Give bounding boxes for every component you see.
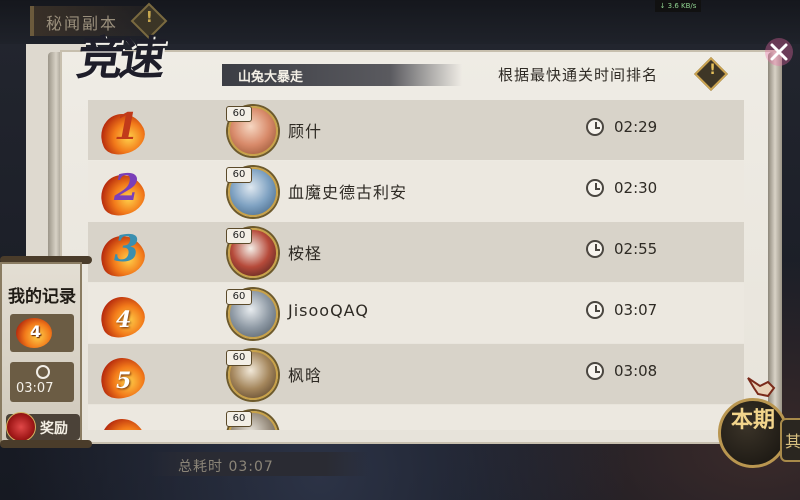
clock-icon <box>36 365 50 379</box>
my-rank: 4 <box>30 322 42 341</box>
next-period-tab[interactable]: 其 <box>780 418 800 462</box>
period-label: 本期 <box>731 407 776 433</box>
rank-number: 1 <box>114 106 140 148</box>
leaderboard-row[interactable]: 3 60 桉柽 02:55 <box>88 222 744 284</box>
my-time-box: 03:07 <box>10 362 74 402</box>
player-name: 枫晗 <box>288 366 323 385</box>
player-name: 血魔史德古利安 <box>288 183 408 202</box>
close-icon[interactable] <box>762 35 796 69</box>
leaderboard-list[interactable]: 1 60 顾什 02:29 2 60 血魔史德古利安 02:30 3 60 桉柽… <box>88 100 744 430</box>
my-record-title: 我的记录 <box>8 287 76 307</box>
clear-time: 02:55 <box>614 240 658 258</box>
player-name: 桉柽 <box>288 244 323 263</box>
level-badge: 60 <box>226 350 252 366</box>
player-name: 顾什 <box>288 122 323 141</box>
clear-time: 02:30 <box>614 179 658 197</box>
rank-badge: 2 <box>93 167 151 223</box>
player-name: JisooQAQ <box>288 301 369 320</box>
rank-badge: 1 <box>93 106 151 162</box>
rank-number: 5 <box>116 368 132 394</box>
clear-time: 03:08 <box>614 362 658 380</box>
clock-icon <box>586 362 604 380</box>
stage-name-tab: 山兔大暴走 <box>222 64 462 86</box>
rank-badge <box>93 411 151 430</box>
leaderboard-row[interactable]: 4 60 JisooQAQ 03:07 <box>88 283 744 345</box>
my-rank-box: 4 <box>10 314 74 352</box>
reward-button[interactable]: 奖励 <box>6 412 80 442</box>
flame-icon <box>93 411 151 430</box>
total-time: 总耗时 03:07 <box>178 459 274 475</box>
rank-number: 2 <box>114 167 140 209</box>
my-time: 03:07 <box>16 381 54 396</box>
rank-hint: 根据最快通关时间排名 <box>498 66 659 84</box>
clear-time: 02:29 <box>614 118 658 136</box>
reward-label: 奖励 <box>40 421 68 437</box>
rank-number: 4 <box>116 307 132 333</box>
current-period-button[interactable]: 本期 <box>718 398 788 468</box>
network-speed: ↓ 3.6 KB/s <box>655 0 701 12</box>
level-badge: 60 <box>226 167 252 183</box>
pointer-hand-icon <box>747 377 776 398</box>
brand-title: 竞速 <box>73 31 166 85</box>
stage-name: 山兔大暴走 <box>238 70 304 85</box>
clock-icon <box>586 179 604 197</box>
clock-icon <box>586 240 604 258</box>
rank-badge: 5 <box>93 350 151 406</box>
gift-icon <box>6 412 36 442</box>
clear-time: 03:07 <box>614 301 658 319</box>
level-badge: 60 <box>226 411 252 427</box>
rank-badge: 4 <box>93 289 151 345</box>
rank-number: 3 <box>114 228 140 270</box>
leaderboard-row[interactable]: 60 <box>88 405 744 430</box>
rank-badge: 3 <box>93 228 151 284</box>
period-label-2: 其 <box>785 432 800 451</box>
clock-icon <box>586 301 604 319</box>
my-record-panel: 我的记录 4 03:07 奖励 <box>0 262 82 444</box>
leaderboard-row[interactable]: 5 60 枫晗 03:08 <box>88 344 744 406</box>
leaderboard-row[interactable]: 1 60 顾什 02:29 <box>88 100 744 162</box>
total-time-bar: 总耗时 03:07 <box>150 452 370 476</box>
level-badge: 60 <box>226 106 252 122</box>
level-badge: 60 <box>226 289 252 305</box>
clock-icon <box>586 118 604 136</box>
leaderboard-row[interactable]: 2 60 血魔史德古利安 02:30 <box>88 161 744 223</box>
info-glyph: ! <box>709 61 716 78</box>
record-rod-bottom <box>0 440 92 448</box>
level-badge: 60 <box>226 228 252 244</box>
